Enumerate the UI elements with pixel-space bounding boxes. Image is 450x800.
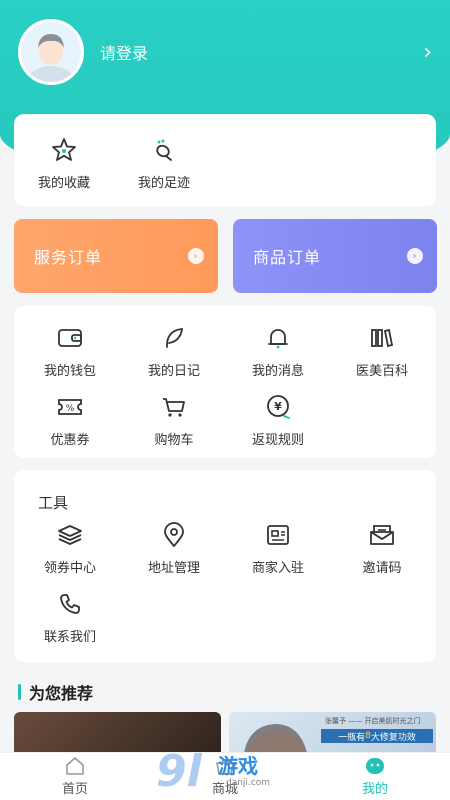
envelope-icon: [368, 521, 396, 549]
default-avatar-icon: [27, 34, 75, 82]
footprint-button[interactable]: 我的足迹: [114, 136, 214, 206]
merchant-join-label: 商家入驻: [251, 561, 304, 576]
svg-text:¥: ¥: [274, 400, 282, 413]
coupons-label: 优惠券: [50, 433, 90, 448]
cashback-rules-label: 返现规则: [251, 433, 304, 448]
profile-bar[interactable]: 请登录 ›: [18, 19, 438, 85]
quick-access-card: 我的收藏 我的足迹: [14, 114, 436, 206]
services-card: 我的钱包 我的日记 我的消息 医美百科 % 优惠券 购物车 ¥ 返现规则: [14, 306, 436, 458]
bottom-tab-bar: 首页 商城 我的: [0, 752, 450, 800]
service-orders-button[interactable]: 服务订单 ›: [14, 219, 218, 293]
contact-us-label: 联系我们: [43, 630, 96, 645]
tab-shop[interactable]: 商城: [150, 753, 300, 800]
messages-label: 我的消息: [251, 364, 304, 379]
cashback-rules-button[interactable]: ¥ 返现规则: [226, 393, 330, 448]
tab-me[interactable]: 我的: [300, 753, 450, 800]
merchant-icon: [264, 521, 292, 549]
chevron-right-icon[interactable]: ›: [423, 40, 432, 65]
books-icon: [368, 324, 396, 352]
me-icon: [364, 756, 386, 776]
diary-button[interactable]: 我的日记: [122, 324, 226, 379]
star-icon: [50, 136, 78, 164]
address-label: 地址管理: [147, 561, 200, 576]
messages-button[interactable]: 我的消息: [226, 324, 330, 379]
chevron-right-icon: ›: [188, 248, 204, 264]
cart-icon: [160, 393, 188, 421]
favorites-label: 我的收藏: [37, 176, 90, 191]
cashback-icon: ¥: [264, 393, 292, 421]
address-button[interactable]: 地址管理: [122, 521, 226, 576]
invite-code-label: 邀请码: [362, 561, 402, 576]
feather-icon: [160, 324, 188, 352]
footprint-icon: [150, 136, 178, 164]
svg-text:%: %: [66, 404, 75, 414]
location-icon: [160, 521, 188, 549]
phone-icon: [56, 590, 84, 618]
contact-us-button[interactable]: 联系我们: [18, 590, 122, 645]
layers-icon: [56, 521, 84, 549]
promo-text: 大修复功效: [370, 732, 416, 743]
coupon-icon: %: [56, 393, 84, 421]
chevron-right-icon: ›: [407, 248, 423, 264]
promo-text: 一瓶有: [338, 732, 366, 743]
wallet-label: 我的钱包: [43, 364, 96, 379]
cart-label: 购物车: [154, 433, 194, 448]
shop-icon: [214, 756, 236, 776]
encyclopedia-button[interactable]: 医美百科: [330, 324, 434, 379]
wallet-icon: [56, 324, 84, 352]
recommend-title: 为您推荐: [29, 684, 94, 703]
product-orders-label: 商品订单: [253, 248, 322, 267]
service-orders-label: 服务订单: [34, 248, 103, 267]
favorites-button[interactable]: 我的收藏: [14, 136, 114, 206]
promo-caption: 张馨予 —— 开启美肌时光之门: [325, 717, 421, 725]
home-icon: [64, 756, 86, 776]
bell-icon: [264, 324, 292, 352]
wallet-button[interactable]: 我的钱包: [18, 324, 122, 379]
tab-home-label: 首页: [61, 782, 88, 797]
coupon-center-label: 领券中心: [43, 561, 96, 576]
avatar[interactable]: [18, 19, 84, 85]
tab-me-label: 我的: [361, 782, 388, 797]
tab-shop-label: 商城: [211, 782, 238, 797]
recommend-heading: 为您推荐: [18, 680, 93, 704]
encyclopedia-label: 医美百科: [355, 364, 408, 379]
tools-card: 工具 领券中心 地址管理 商家入驻 邀请码 联系我们: [14, 470, 436, 662]
footprint-label: 我的足迹: [137, 176, 190, 191]
promo-banner: 一瓶有 8 大修复功效: [321, 729, 433, 743]
cart-button[interactable]: 购物车: [122, 393, 226, 448]
tools-title: 工具: [38, 494, 69, 512]
coupon-center-button[interactable]: 领券中心: [18, 521, 122, 576]
tab-home[interactable]: 首页: [0, 753, 150, 800]
merchant-join-button[interactable]: 商家入驻: [226, 521, 330, 576]
product-orders-button[interactable]: 商品订单 ›: [233, 219, 437, 293]
login-link[interactable]: 请登录: [100, 40, 423, 64]
diary-label: 我的日记: [147, 364, 200, 379]
invite-code-button[interactable]: 邀请码: [330, 521, 434, 576]
heading-accent-bar: [18, 684, 21, 700]
coupons-button[interactable]: % 优惠券: [18, 393, 122, 448]
